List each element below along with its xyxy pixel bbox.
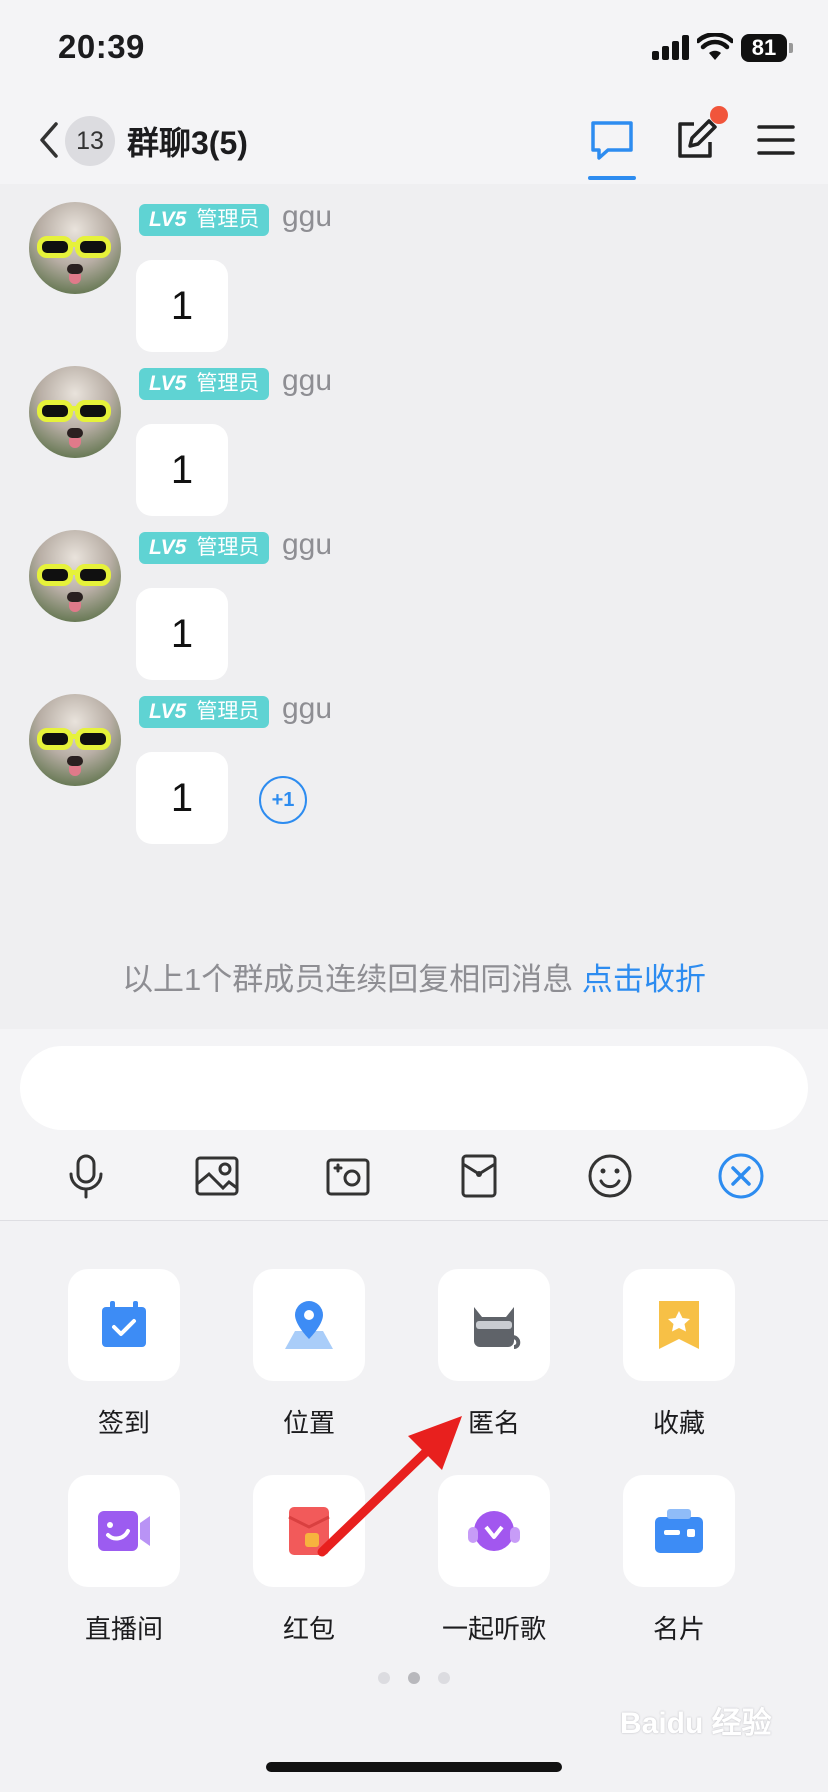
collapse-link[interactable]: 点击收折 [582, 962, 706, 997]
checkin-icon [102, 1301, 146, 1347]
sender-name[interactable]: ggu [282, 528, 332, 562]
close-panel-icon[interactable] [717, 1152, 765, 1200]
collapse-note-text: 以上1个群成员连续回复相同消息 [122, 962, 582, 997]
app-anonymous[interactable]: 匿名 [438, 1269, 550, 1438]
watermark: Baidu 经验 [620, 1707, 772, 1740]
app-label: 名片 [652, 1614, 705, 1644]
battery-level: 81 [741, 34, 787, 62]
input-area [0, 1029, 828, 1221]
app-label: 直播间 [84, 1614, 163, 1644]
app-label: 签到 [97, 1408, 150, 1438]
message-item: LV5 管理员 ggu 1 [0, 512, 828, 680]
message-list[interactable]: LV5 管理员 ggu 1 LV5 管理员 ggu 1 LV5 管理员 ggu 1 L… [0, 184, 828, 1029]
avatar[interactable] [29, 202, 121, 294]
message-item: LV5 管理员 ggu 1 [0, 348, 828, 516]
avatar[interactable] [29, 366, 121, 458]
level-text: LV5 [149, 536, 187, 559]
level-badge: LV5 管理员 [139, 532, 270, 564]
message-bubble[interactable]: 1 [136, 424, 228, 516]
favorite-icon [659, 1301, 699, 1349]
role-text: 管理员 [196, 536, 260, 559]
avatar[interactable] [29, 530, 121, 622]
app-label: 收藏 [652, 1408, 705, 1438]
role-text: 管理员 [196, 700, 260, 723]
status-bar: 20:39 81 [0, 0, 828, 100]
active-tab-indicator [588, 176, 636, 180]
mic-icon[interactable] [62, 1152, 110, 1200]
chat-nav-bar: 13 群聊3(5) [0, 100, 828, 184]
business-card-icon [655, 1509, 703, 1553]
message-item: LV5 管理员 ggu 1 [0, 184, 828, 352]
role-text: 管理员 [196, 208, 260, 231]
chat-title[interactable]: 群聊3(5) [127, 118, 248, 164]
app-favorite[interactable]: 收藏 [623, 1269, 735, 1438]
menu-icon[interactable] [756, 122, 796, 158]
sender-name[interactable]: ggu [282, 692, 332, 726]
status-time: 20:39 [58, 28, 145, 65]
app-location[interactable]: 位置 [253, 1269, 365, 1438]
message-input[interactable] [20, 1046, 808, 1130]
message-bubble[interactable]: 1 [136, 588, 228, 680]
level-text: LV5 [149, 372, 187, 395]
repeat-collapse-note: 以上1个群成员连续回复相同消息 点击收折 [0, 954, 828, 999]
role-text: 管理员 [196, 372, 260, 395]
red-packet-icon[interactable] [455, 1152, 503, 1200]
app-label: 红包 [282, 1614, 335, 1644]
annotation-arrow [317, 1416, 462, 1557]
chat-bubble-icon[interactable] [588, 118, 636, 162]
wifi-icon [697, 33, 733, 60]
level-text: LV5 [149, 700, 187, 723]
level-text: LV5 [149, 208, 187, 231]
back-icon[interactable] [36, 120, 62, 160]
level-badge: LV5 管理员 [139, 204, 270, 236]
app-tile-box[interactable] [623, 1475, 735, 1587]
level-badge: LV5 管理员 [139, 696, 270, 728]
app-label: 一起听歌 [441, 1614, 546, 1644]
message-bubble[interactable]: 1 [136, 260, 228, 352]
live-room-icon [98, 1511, 150, 1551]
avatar[interactable] [29, 694, 121, 786]
message-item: LV5 管理员 ggu 1 +1 [0, 676, 828, 844]
app-tile-box[interactable] [253, 1269, 365, 1381]
unread-count-badge[interactable]: 13 [65, 116, 115, 166]
page-dot[interactable] [438, 1672, 450, 1684]
emoji-icon[interactable] [586, 1152, 634, 1200]
camera-icon[interactable] [324, 1152, 372, 1200]
app-checkin[interactable]: 签到 [68, 1269, 180, 1438]
anonymous-icon [474, 1307, 521, 1349]
location-icon [285, 1301, 333, 1349]
sender-name[interactable]: ggu [282, 200, 332, 234]
cellular-signal-icon [652, 34, 690, 60]
app-tile-box[interactable] [623, 1269, 735, 1381]
level-badge: LV5 管理员 [139, 368, 270, 400]
app-business-card[interactable]: 名片 [623, 1475, 735, 1644]
app-live-room[interactable]: 直播间 [68, 1475, 180, 1644]
battery-nub [789, 43, 793, 53]
message-bubble[interactable]: 1 [136, 752, 228, 844]
notification-dot [710, 106, 728, 124]
page-dot[interactable] [378, 1672, 390, 1684]
plus-one-button[interactable]: +1 [259, 776, 307, 824]
app-tile-box[interactable] [68, 1475, 180, 1587]
edit-icon[interactable] [674, 118, 718, 162]
app-tile-box[interactable] [68, 1269, 180, 1381]
home-indicator[interactable] [266, 1762, 562, 1772]
page-dot-active[interactable] [408, 1672, 420, 1684]
image-icon[interactable] [193, 1152, 241, 1200]
app-tile-box[interactable] [438, 1269, 550, 1381]
sender-name[interactable]: ggu [282, 364, 332, 398]
